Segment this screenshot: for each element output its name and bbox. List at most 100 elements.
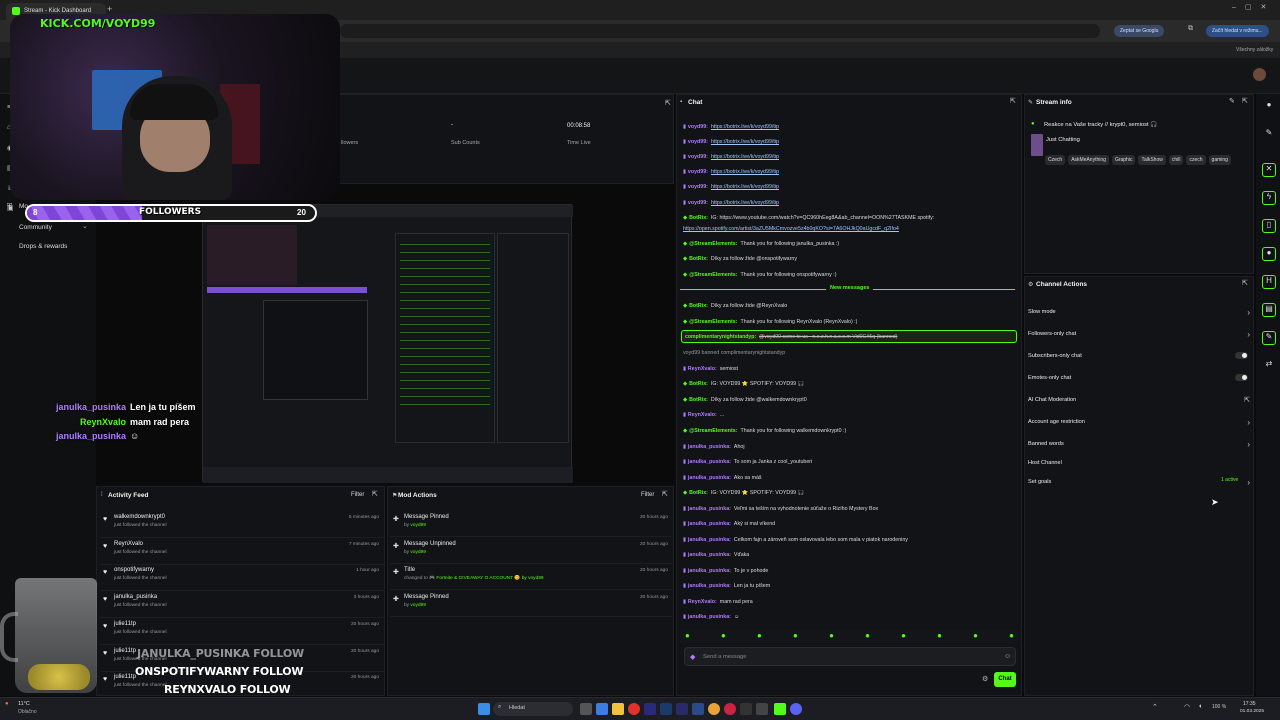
channel-action-row[interactable]: Banned words › bbox=[1028, 440, 1250, 449]
chat-username[interactable]: janulka_pusinka: bbox=[688, 614, 731, 620]
chat-username[interactable]: ReynXvalo: bbox=[688, 599, 717, 605]
app-red-icon[interactable] bbox=[724, 703, 736, 715]
chat-username[interactable]: voyd99: bbox=[688, 139, 708, 145]
activity-filter-button[interactable]: Filter bbox=[351, 492, 364, 498]
external-link-icon[interactable]: ⇱ bbox=[1244, 396, 1250, 404]
channel-actions-popout-icon[interactable]: ⇱ bbox=[1242, 279, 1248, 287]
mod-filter-button[interactable]: Filter bbox=[641, 492, 654, 498]
emoji-icon[interactable]: ☺ bbox=[1004, 653, 1011, 660]
chrome-icon[interactable] bbox=[708, 703, 720, 715]
chat-username[interactable]: janulka_pusinka: bbox=[688, 552, 731, 558]
wifi-icon[interactable]: ◠ bbox=[1184, 703, 1190, 711]
emote-icon[interactable]: ● bbox=[757, 631, 762, 640]
edit-pencil-icon[interactable]: ✎ bbox=[1229, 97, 1235, 105]
channel-action-row[interactable]: Account age restriction › bbox=[1028, 418, 1250, 427]
chevron-right-icon[interactable]: › bbox=[1247, 418, 1250, 427]
shield-icon[interactable]: ⛨ bbox=[7, 203, 12, 211]
chat-username[interactable]: voyd99: bbox=[688, 124, 708, 130]
chat-username[interactable]: janulka_pusinka: bbox=[688, 444, 731, 450]
volume-icon[interactable]: ◖ bbox=[1198, 703, 1202, 710]
chevron-right-icon[interactable]: › bbox=[1247, 308, 1250, 317]
chat-text[interactable]: https://botrix.live/k/voyd99/tip bbox=[711, 200, 779, 206]
chat-username[interactable]: BotRix: bbox=[689, 303, 708, 309]
stream-tag[interactable]: Czech bbox=[1045, 155, 1066, 165]
stream-category[interactable]: Just Chatting bbox=[1046, 137, 1080, 143]
channel-action-row[interactable]: Subscribers-only chat bbox=[1028, 352, 1250, 359]
file-explorer-icon[interactable] bbox=[612, 703, 624, 715]
battery-percent[interactable]: 100 % bbox=[1212, 704, 1226, 710]
toggle-switch[interactable] bbox=[1235, 374, 1248, 381]
channel-action-row[interactable]: Followers-only chat › bbox=[1028, 330, 1250, 339]
chat-input[interactable]: ◆ Send a message ☺ bbox=[684, 647, 1016, 666]
tool-x-icon[interactable]: ✕ bbox=[1262, 163, 1276, 177]
toggle-switch[interactable] bbox=[1235, 352, 1248, 359]
stream-tag[interactable]: czech bbox=[1186, 155, 1206, 165]
activity-popout-icon[interactable]: ⇱ bbox=[372, 490, 378, 498]
chat-username[interactable]: voyd99: bbox=[688, 169, 708, 175]
stream-tag[interactable]: Graphic bbox=[1111, 155, 1136, 165]
emote-picker-icon[interactable]: ◆ bbox=[690, 653, 695, 661]
chat-username[interactable]: janulka_pusinka: bbox=[688, 537, 731, 543]
chevron-right-icon[interactable]: › bbox=[1247, 440, 1250, 449]
chat-username[interactable]: BotRix: bbox=[689, 215, 708, 221]
chat-text[interactable]: https://botrix.live/k/voyd99/tip bbox=[711, 124, 779, 130]
kick-app-icon[interactable] bbox=[774, 703, 786, 715]
emote-icon[interactable]: ● bbox=[901, 631, 906, 640]
extensions-icon[interactable]: ⧉ bbox=[1188, 25, 1193, 33]
user-avatar[interactable] bbox=[1253, 68, 1266, 81]
popout-icon[interactable]: ⇱ bbox=[665, 99, 671, 107]
pen-icon[interactable]: ✎ bbox=[1262, 128, 1276, 142]
mod-popout-icon[interactable]: ⇱ bbox=[662, 490, 668, 498]
chat-username[interactable]: @StreamElements: bbox=[689, 272, 737, 278]
emote-icon[interactable]: ● bbox=[973, 631, 978, 640]
emote-icon[interactable]: ● bbox=[865, 631, 870, 640]
chat-text[interactable]: https://botrix.live/k/voyd99/tip bbox=[711, 154, 779, 160]
mod-action-item[interactable]: ✚ Message Unpinned by voyd99 20 hours ago bbox=[390, 538, 672, 564]
edge-icon[interactable] bbox=[596, 703, 608, 715]
chat-popout-icon[interactable]: ⇱ bbox=[1010, 97, 1016, 105]
mod-action-item[interactable]: ✚ Message Pinned by voyd99 20 hours ago bbox=[390, 591, 672, 618]
activity-item[interactable]: ♥ janulka_pusinka just followed the channe… bbox=[100, 591, 385, 619]
task-view-icon[interactable] bbox=[580, 703, 592, 715]
chat-username[interactable]: BotRix: bbox=[689, 397, 708, 403]
premiere-icon[interactable] bbox=[644, 703, 656, 715]
chevron-right-icon[interactable]: › bbox=[1247, 330, 1250, 339]
chat-settings-icon[interactable]: ⚙ bbox=[982, 675, 988, 683]
activity-item[interactable]: ♥ walkemdownkrypt0 just followed the chann… bbox=[100, 511, 385, 538]
discord-icon[interactable] bbox=[790, 703, 802, 715]
activity-item[interactable]: ♥ onspotifywarny just followed the channel… bbox=[100, 564, 385, 592]
chat-text[interactable]: https://open.spotify.com/artist/3aZU5MkC… bbox=[683, 226, 899, 232]
obs-icon[interactable] bbox=[740, 703, 752, 715]
hashtag-icon[interactable]: H bbox=[1262, 275, 1276, 289]
channel-action-row[interactable]: AI Chat Moderation ⇱ bbox=[1028, 396, 1250, 404]
new-tab-button[interactable]: + bbox=[107, 4, 112, 14]
stream-tag[interactable]: TalkShow bbox=[1138, 155, 1166, 165]
after-effects-icon[interactable] bbox=[676, 703, 688, 715]
chevron-down-icon[interactable]: ⌄ bbox=[82, 222, 88, 230]
tray-chevron-icon[interactable]: ⌃ bbox=[1152, 703, 1158, 711]
ask-google-button[interactable]: Zeptat se Googlu bbox=[1114, 25, 1165, 37]
stream-tag[interactable]: AskMeAnything bbox=[1068, 155, 1109, 165]
chevron-right-icon[interactable]: › bbox=[1247, 478, 1250, 487]
chat-send-button[interactable]: Chat bbox=[994, 672, 1016, 687]
stream-preview[interactable] bbox=[96, 184, 674, 484]
chat-text[interactable]: https://botrix.live/k/voyd99/tip bbox=[711, 139, 779, 145]
chat-username[interactable]: janulka_pusinka: bbox=[688, 459, 731, 465]
emote-icon[interactable]: ● bbox=[1009, 631, 1014, 640]
stream-tag[interactable]: chill bbox=[1168, 155, 1184, 165]
activity-item[interactable]: ♥ ReynXvalo just followed the channel 7 min… bbox=[100, 538, 385, 565]
chat-username[interactable]: janulka_pusinka: bbox=[688, 583, 731, 589]
activity-item[interactable]: ♥ julie11tp just followed the channel 20 ho… bbox=[100, 618, 385, 645]
emote-icon[interactable]: ● bbox=[685, 631, 690, 640]
photoshop-icon[interactable] bbox=[660, 703, 672, 715]
chat-username[interactable]: janulka_pusinka: bbox=[688, 475, 731, 481]
emote-icon[interactable]: ● bbox=[793, 631, 798, 640]
address-bar[interactable] bbox=[340, 24, 1100, 38]
chat-username[interactable]: BotRix: bbox=[689, 381, 708, 387]
chat-username[interactable]: janulka_pusinka: bbox=[688, 506, 731, 512]
swap-icon[interactable]: ⇄ bbox=[1262, 359, 1276, 373]
windows-start-icon[interactable] bbox=[478, 703, 490, 715]
sidebar-item-community[interactable]: Community bbox=[19, 224, 52, 231]
stream-tag[interactable]: gaming bbox=[1208, 155, 1231, 165]
chat-username[interactable]: voyd99: bbox=[688, 154, 708, 160]
